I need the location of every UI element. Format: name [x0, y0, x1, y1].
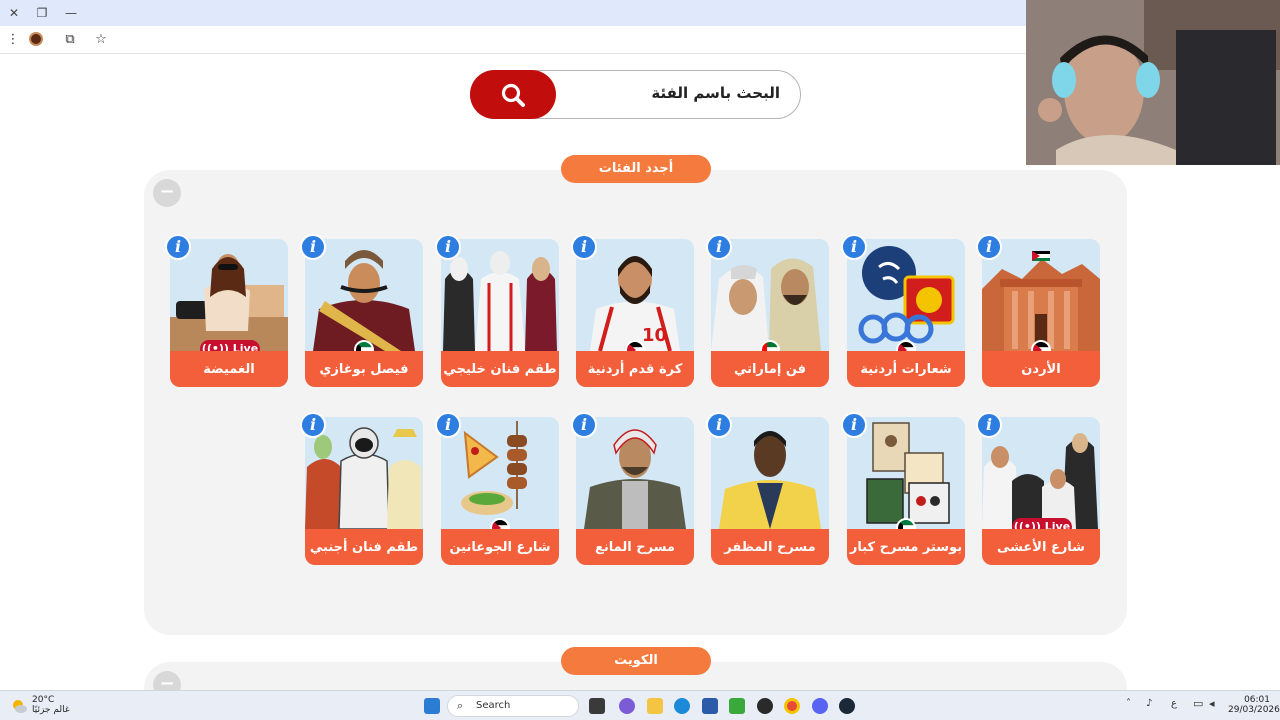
card-label: مسرح المانع — [576, 529, 694, 565]
category-card[interactable]: شعارات أردنية — [847, 239, 965, 387]
card-label: فيصل بوغازي — [305, 351, 423, 387]
bookmark-star-icon[interactable]: ☆ — [92, 31, 110, 49]
info-icon[interactable]: i — [571, 234, 597, 260]
street-food-illustration — [441, 417, 559, 529]
man-yellow-jacket-illustration — [711, 417, 829, 529]
category-card[interactable]: بوستر مسرح كبار — [847, 417, 965, 565]
info-icon[interactable]: i — [976, 234, 1002, 260]
svg-text:10: 10 — [642, 325, 667, 346]
info-icon[interactable]: i — [571, 412, 597, 438]
card-label: شارع الجوعانين — [441, 529, 559, 565]
streamer-webcam-image — [1026, 0, 1280, 165]
minimize-icon[interactable]: — — [62, 4, 80, 22]
family-illustration — [982, 417, 1100, 529]
file-explorer-icon[interactable] — [647, 698, 663, 714]
webcam-overlay — [1026, 0, 1280, 165]
search-icon — [501, 83, 525, 107]
task-view-icon[interactable] — [589, 698, 605, 714]
card-label: شارع الأعشى — [982, 529, 1100, 565]
chevron-up-icon[interactable]: ˄ — [1126, 698, 1131, 709]
info-icon[interactable]: i — [841, 234, 867, 260]
steam-icon[interactable] — [839, 698, 855, 714]
card-label: فن إماراتي — [711, 351, 829, 387]
section-title-kuwait: الكويت — [561, 647, 711, 675]
info-icon[interactable]: i — [300, 412, 326, 438]
input-language-indicator[interactable]: ع — [1171, 698, 1177, 709]
minecraft-icon[interactable] — [729, 698, 745, 714]
search-button[interactable] — [470, 70, 556, 119]
close-icon[interactable]: ✕ — [5, 4, 23, 22]
info-icon[interactable]: i — [435, 412, 461, 438]
section-title-newest: أجدد الفئات — [561, 155, 711, 183]
menu-dots-icon[interactable]: ⋮ — [4, 31, 22, 49]
card-label: الغميضة — [170, 351, 288, 387]
search-input[interactable]: البحث باسم الفئة — [651, 84, 780, 102]
category-card[interactable]: مسرح المانع — [576, 417, 694, 565]
card-label: شعارات أردنية — [847, 351, 965, 387]
costumes-illustration — [305, 417, 423, 529]
volume-icon[interactable]: ◂ — [1209, 697, 1215, 710]
info-icon[interactable]: i — [841, 412, 867, 438]
category-card[interactable]: فيصل بوغازي — [305, 239, 423, 387]
info-icon[interactable]: i — [706, 234, 732, 260]
petra-treasury-illustration — [982, 239, 1100, 351]
category-card[interactable]: ((•)) Live الغميضة — [170, 239, 288, 387]
obs-icon[interactable] — [757, 698, 773, 714]
logos-illustration — [847, 239, 965, 351]
card-label: الأردن — [982, 351, 1100, 387]
windows-start-icon[interactable] — [424, 698, 440, 714]
extensions-icon[interactable]: ⧉ — [61, 31, 79, 49]
category-card[interactable]: الأردن — [982, 239, 1100, 387]
category-card[interactable]: فن إماراتي — [711, 239, 829, 387]
chrome-icon[interactable] — [784, 698, 800, 714]
search-icon: ⌕ — [457, 699, 464, 712]
seamstress-illustration — [170, 239, 288, 351]
info-icon[interactable]: i — [976, 412, 1002, 438]
footballer-illustration: 10 — [576, 239, 694, 351]
weather-widget[interactable]: 20°C غالم جزئيًا — [32, 695, 70, 715]
windows-taskbar: 20°C غالم جزئيًا ⌕ Search ˄ ♪ ع ▭ ◂ 06:0… — [0, 690, 1280, 720]
copilot-icon[interactable] — [619, 698, 635, 714]
card-label: مسرح المظفر — [711, 529, 829, 565]
emirati-men-illustration — [711, 239, 829, 351]
profile-avatar[interactable] — [29, 32, 43, 46]
category-card[interactable]: طقم فنان خليجي — [441, 239, 559, 387]
microphone-icon[interactable]: ♪ — [1146, 698, 1152, 709]
edge-icon[interactable] — [674, 698, 690, 714]
gulf-outfits-illustration — [441, 239, 559, 351]
collapse-section-button[interactable]: − — [153, 179, 181, 207]
category-card[interactable]: شارع الجوعانين — [441, 417, 559, 565]
store-icon[interactable] — [702, 698, 718, 714]
taskbar-clock[interactable]: 06:01 29/03/2026 — [1228, 695, 1280, 715]
category-card[interactable]: 10 كرة قدم أردنية — [576, 239, 694, 387]
info-icon[interactable]: i — [165, 234, 191, 260]
category-search-box[interactable]: البحث باسم الفئة — [470, 70, 801, 119]
theater-posters-illustration — [847, 417, 965, 529]
card-label: طقم فنان خليجي — [441, 351, 559, 387]
info-icon[interactable]: i — [300, 234, 326, 260]
traditional-man-illustration — [305, 239, 423, 351]
info-icon[interactable]: i — [706, 412, 732, 438]
network-icon[interactable]: ▭ — [1193, 697, 1203, 710]
info-icon[interactable]: i — [435, 234, 461, 260]
category-card[interactable]: طقم فنان أجنبي — [305, 417, 423, 565]
restore-icon[interactable]: ❐ — [33, 4, 51, 22]
category-card[interactable]: مسرح المظفر — [711, 417, 829, 565]
weather-sun-icon — [13, 700, 27, 713]
card-label: كرة قدم أردنية — [576, 351, 694, 387]
discord-icon[interactable] — [812, 698, 828, 714]
man-vest-illustration — [576, 417, 694, 529]
taskbar-search[interactable]: ⌕ Search — [447, 695, 579, 717]
card-label: طقم فنان أجنبي — [305, 529, 423, 565]
card-label: بوستر مسرح كبار — [847, 529, 965, 565]
category-card[interactable]: ((•)) Live شارع الأعشى — [982, 417, 1100, 565]
